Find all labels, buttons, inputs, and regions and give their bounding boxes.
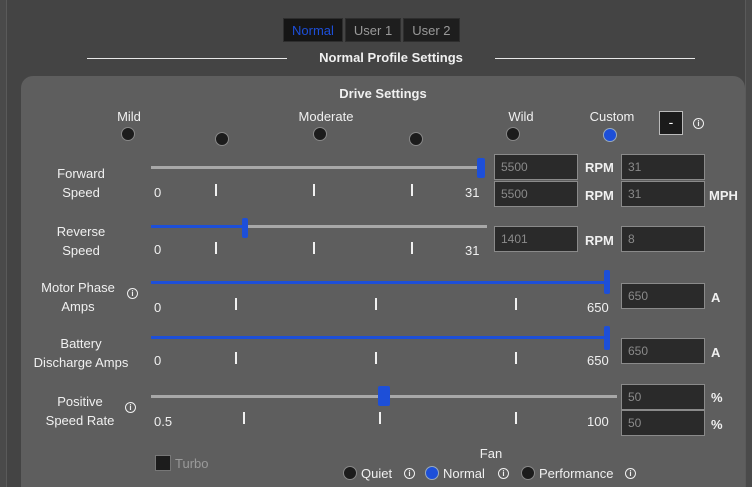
forward-speed-max: 31: [465, 185, 480, 200]
forward-speed-track[interactable]: [151, 166, 481, 169]
percent-unit: %: [711, 417, 723, 432]
preset-radio-mild[interactable]: [121, 127, 135, 141]
positive-speed-rate-field-bottom[interactable]: 50: [621, 410, 705, 436]
reverse-rpm-field[interactable]: 1401: [494, 226, 578, 252]
remove-custom-button[interactable]: -: [659, 111, 683, 135]
tick: [515, 412, 517, 424]
rpm-unit: RPM: [585, 188, 614, 203]
preset-radio-custom[interactable]: [603, 128, 617, 142]
tick: [215, 242, 217, 254]
preset-radio-4[interactable]: [409, 132, 423, 146]
positive-speed-rate-max: 100: [587, 414, 609, 429]
amps-unit: A: [711, 290, 721, 305]
amps-unit: A: [711, 345, 721, 360]
fan-radio-performance[interactable]: [521, 466, 535, 480]
tick: [215, 184, 217, 196]
info-icon[interactable]: i: [693, 118, 704, 129]
positive-speed-rate-label: Positive Speed Rate: [45, 394, 115, 428]
tick: [411, 242, 413, 254]
window: Normal User 1 User 2 Normal Profile Sett…: [6, 0, 746, 487]
info-icon[interactable]: i: [498, 468, 509, 479]
tab-normal[interactable]: Normal: [283, 18, 343, 42]
reverse-speed-label: Reverse Speed: [56, 224, 106, 258]
reverse-speed-thumb[interactable]: [242, 218, 249, 238]
preset-radio-2[interactable]: [215, 132, 229, 146]
reverse-speed-min: 0: [154, 242, 162, 257]
reverse-speed-max: 31: [465, 243, 480, 258]
fan-title: Fan: [479, 446, 503, 461]
preset-radio-moderate[interactable]: [313, 127, 327, 141]
turbo-checkbox[interactable]: [155, 455, 171, 471]
section-header: Normal Profile Settings: [87, 48, 695, 70]
info-icon[interactable]: i: [625, 468, 636, 479]
tick: [313, 242, 315, 254]
motor-phase-amps-thumb[interactable]: [604, 270, 610, 294]
motor-phase-amps-label: Motor Phase Amps: [41, 280, 115, 314]
fan-radio-normal[interactable]: [425, 466, 439, 480]
info-icon[interactable]: i: [127, 288, 138, 299]
rpm-unit: RPM: [585, 160, 614, 175]
tick: [411, 184, 413, 196]
drive-settings-title: Drive Settings: [339, 86, 427, 101]
reverse-mph-field[interactable]: 8: [621, 226, 705, 252]
tick: [235, 352, 237, 364]
preset-radio-wild[interactable]: [506, 127, 520, 141]
forward-speed-label: Forward Speed: [57, 166, 105, 200]
tick: [375, 298, 377, 310]
battery-discharge-amps-max: 650: [587, 353, 609, 368]
tab-user-1[interactable]: User 1: [344, 18, 402, 42]
fan-label-performance: Performance: [539, 466, 614, 481]
battery-discharge-amps-label: Battery Discharge Amps: [33, 336, 129, 370]
tab-user-2[interactable]: User 2: [403, 18, 460, 42]
fan-radio-quiet[interactable]: [343, 466, 357, 480]
forward-mph-field-bottom[interactable]: 31: [621, 181, 705, 207]
profile-tabs: Normal User 1 User 2: [283, 18, 460, 42]
motor-phase-amps-min: 0: [154, 300, 162, 315]
tick: [379, 412, 381, 424]
positive-speed-rate-thumb[interactable]: [378, 386, 390, 406]
positive-speed-rate-field-top[interactable]: 50: [621, 384, 705, 410]
motor-phase-amps-track[interactable]: [151, 281, 607, 284]
info-icon[interactable]: i: [404, 468, 415, 479]
percent-unit: %: [711, 390, 723, 405]
battery-discharge-amps-field[interactable]: 650: [621, 338, 705, 364]
fan-label-normal: Normal: [443, 466, 485, 481]
battery-discharge-amps-thumb[interactable]: [604, 326, 610, 350]
motor-phase-amps-field[interactable]: 650: [621, 283, 705, 309]
tick: [515, 352, 517, 364]
forward-mph-field-top[interactable]: 31: [621, 154, 705, 180]
fan-label-quiet: Quiet: [361, 466, 393, 481]
battery-discharge-amps-min: 0: [154, 353, 162, 368]
turbo-label: Turbo: [175, 456, 209, 471]
section-title: Normal Profile Settings: [307, 50, 475, 65]
tick: [515, 298, 517, 310]
tick: [243, 412, 245, 424]
forward-rpm-field-top[interactable]: 5500: [494, 154, 578, 180]
preset-label-wild: Wild: [508, 109, 534, 124]
info-icon[interactable]: i: [125, 402, 136, 413]
forward-rpm-field-bottom[interactable]: 5500: [494, 181, 578, 207]
drive-settings-panel: Drive Settings Mild Moderate Wild Custom…: [21, 76, 745, 487]
forward-speed-min: 0: [154, 185, 162, 200]
preset-label-custom: Custom: [589, 109, 635, 124]
mph-unit: MPH: [709, 188, 738, 203]
preset-label-mild: Mild: [117, 109, 141, 124]
positive-speed-rate-min: 0.5: [154, 414, 173, 429]
forward-speed-thumb[interactable]: [477, 158, 485, 178]
rpm-unit: RPM: [585, 233, 614, 248]
battery-discharge-amps-track[interactable]: [151, 336, 607, 339]
tick: [235, 298, 237, 310]
preset-label-moderate: Moderate: [298, 109, 354, 124]
tick: [375, 352, 377, 364]
reverse-speed-fill: [151, 225, 246, 228]
tick: [313, 184, 315, 196]
motor-phase-amps-max: 650: [587, 300, 609, 315]
